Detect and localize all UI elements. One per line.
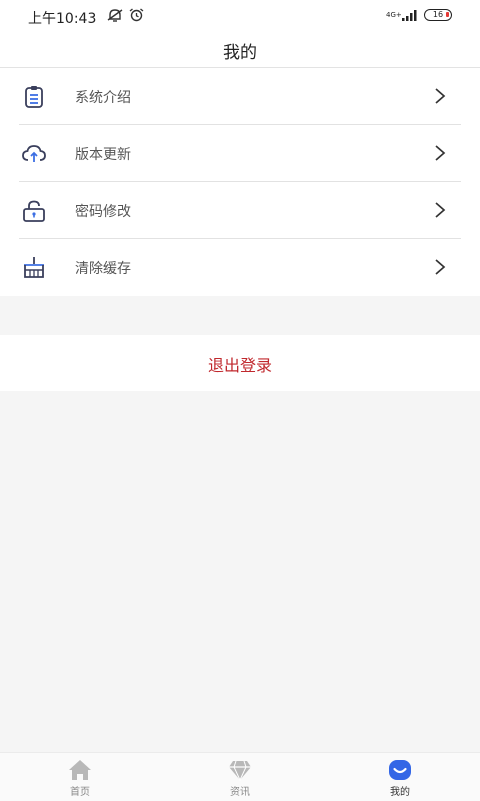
menu-item-change-password[interactable]: 密码修改 <box>0 182 480 239</box>
home-icon <box>69 760 91 780</box>
menu-item-system-intro[interactable]: 系统介绍 <box>0 68 480 125</box>
tab-mine[interactable]: 我的 <box>320 753 480 801</box>
broom-icon <box>24 257 44 278</box>
tab-label: 我的 <box>390 787 410 798</box>
menu-item-label: 清除缓存 <box>75 261 131 277</box>
cloud-upload-icon <box>22 145 46 162</box>
menu-item-clear-cache[interactable]: 清除缓存 <box>0 239 480 296</box>
network-type-label: 4G+ <box>386 10 402 19</box>
clipboard-icon <box>25 86 43 108</box>
battery-level: 16 <box>432 10 444 19</box>
status-icons-left <box>107 8 144 22</box>
menu-item-label: 版本更新 <box>75 147 131 163</box>
mute-bell-icon <box>107 9 123 22</box>
status-bar: 上午10:43 4G+ 16 <box>0 0 480 32</box>
header: 我的 <box>0 32 480 68</box>
chevron-right-icon <box>435 259 446 275</box>
menu-item-label: 系统介绍 <box>75 90 131 106</box>
battery-indicator: 16 <box>424 9 452 21</box>
status-right: 4G+ 16 <box>386 9 452 21</box>
tab-label: 首页 <box>70 787 90 798</box>
bottom-tab-bar: 首页 资讯 我的 <box>0 752 480 801</box>
signal-icon <box>402 9 417 21</box>
logout-label: 退出登录 <box>207 356 272 375</box>
tab-home[interactable]: 首页 <box>0 753 160 801</box>
battery-low-fill <box>446 12 449 17</box>
lock-icon <box>23 200 45 222</box>
chevron-right-icon <box>435 145 446 161</box>
profile-smile-icon <box>389 760 411 780</box>
chevron-right-icon <box>435 88 446 104</box>
menu-item-label: 密码修改 <box>75 204 131 220</box>
settings-menu: 系统介绍 版本更新 密码修改 清除缓存 <box>0 68 480 296</box>
tab-label: 资讯 <box>230 787 250 798</box>
alarm-clock-icon <box>129 8 144 22</box>
menu-item-version-update[interactable]: 版本更新 <box>0 125 480 182</box>
chevron-right-icon <box>435 202 446 218</box>
logout-button[interactable]: 退出登录 <box>0 335 480 391</box>
status-time: 上午10:43 <box>28 11 97 27</box>
diamond-icon <box>229 760 251 781</box>
page-title: 我的 <box>223 43 257 63</box>
tab-news[interactable]: 资讯 <box>160 753 320 801</box>
